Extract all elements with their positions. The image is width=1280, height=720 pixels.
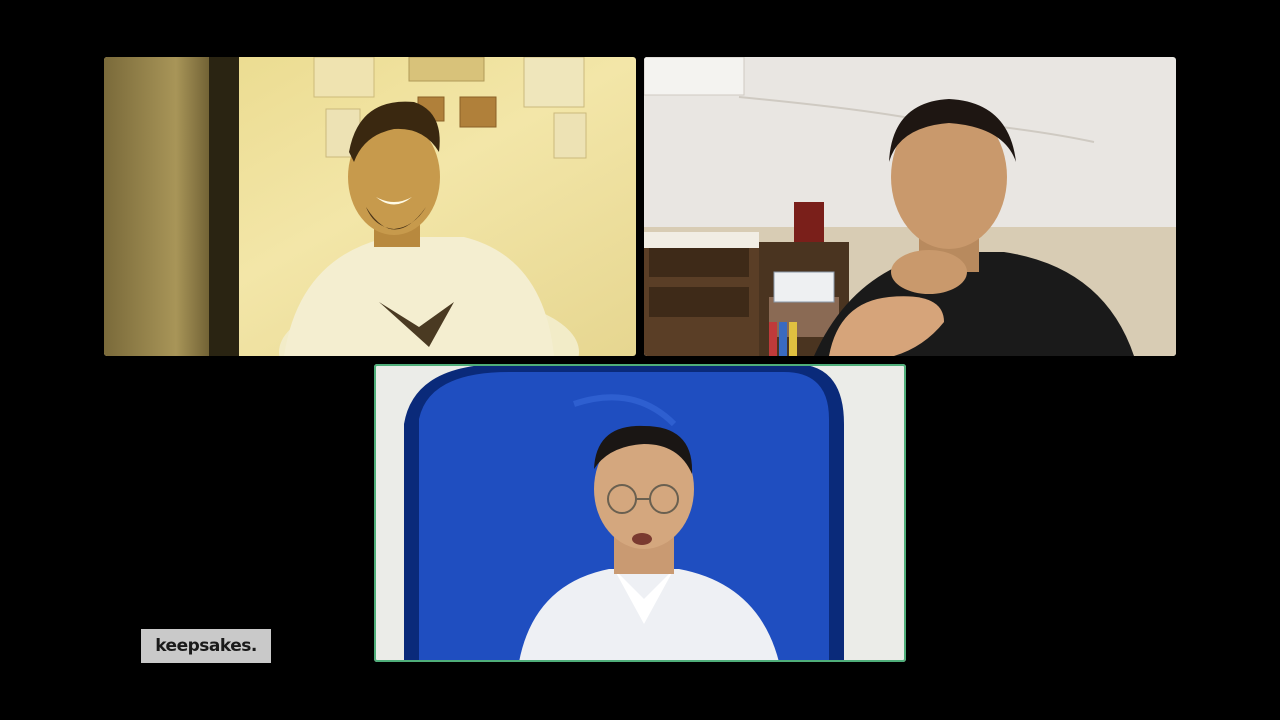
keepsakes-logo: keepsakes.: [141, 629, 271, 663]
participant-video-tile-top-left[interactable]: [104, 57, 636, 356]
video-call-stage: keepsakes.: [0, 0, 1280, 720]
logo-text: keepsakes.: [155, 636, 257, 656]
participant-video-feed: [374, 364, 906, 662]
participant-video-feed: [644, 57, 1176, 356]
participant-video-tile-active-speaker[interactable]: [374, 364, 906, 662]
participant-video-tile-top-right[interactable]: [644, 57, 1176, 356]
participant-video-feed: [104, 57, 636, 356]
